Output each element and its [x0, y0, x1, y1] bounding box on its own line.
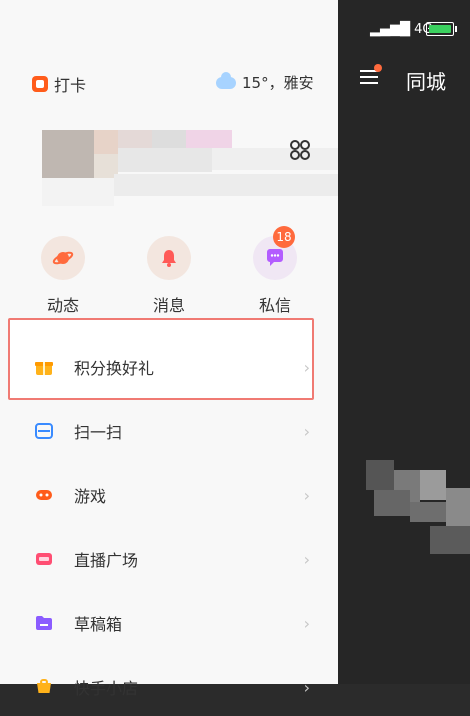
blurred-content: [366, 452, 470, 562]
qr-dot: [290, 140, 300, 150]
menu-line: [360, 76, 378, 78]
hamburger-menu-icon[interactable]: [360, 64, 382, 86]
qr-code-icon[interactable]: [290, 140, 310, 160]
game-icon: [34, 485, 54, 505]
unread-badge: 18: [273, 226, 295, 248]
chevron-right-icon: ›: [303, 613, 310, 633]
weather-info[interactable]: 15°，雅安: [216, 71, 314, 93]
qr-dot: [290, 150, 300, 160]
shop-icon: [34, 677, 54, 697]
checkin-label: 打卡: [54, 76, 87, 95]
chevron-right-icon: ›: [303, 357, 310, 377]
folder-icon: [34, 613, 54, 633]
menu-item-live-plaza[interactable]: 直播广场 ›: [0, 530, 338, 588]
qr-dot: [300, 150, 310, 160]
battery-icon: [426, 22, 457, 36]
chat-icon: 18: [253, 226, 297, 280]
gift-icon: [34, 357, 54, 377]
menu-item-shop[interactable]: 快手小店 ›: [0, 658, 338, 716]
network-indicator: ▂▄▆█ 4G: [370, 22, 433, 37]
chevron-right-icon: ›: [303, 421, 310, 441]
battery-fill: [429, 25, 451, 33]
chevron-right-icon: ›: [303, 549, 310, 569]
quick-action-label: 私信: [258, 296, 291, 315]
quick-action-label: 消息: [152, 296, 185, 315]
menu-item-label: 游戏: [74, 487, 107, 506]
side-drawer: 打卡 15°，雅安 动态 消息 18 私信 积分换好礼 › 扫一扫 › 游戏 ›…: [0, 0, 344, 698]
planet-icon: [41, 236, 85, 280]
menu-item-label: 扫一扫: [74, 423, 123, 442]
checkin-button[interactable]: 打卡: [32, 72, 86, 96]
menu-item-games[interactable]: 游戏 ›: [0, 466, 338, 524]
chevron-right-icon: ›: [303, 677, 310, 697]
scan-icon: [34, 421, 54, 441]
menu-item-label: 快手小店: [74, 679, 139, 698]
live-icon: [34, 549, 54, 569]
menu-line: [360, 82, 378, 84]
quick-action-dynamic[interactable]: 动态: [28, 236, 98, 316]
menu-item-label: 直播广场: [74, 551, 139, 570]
notification-dot: [374, 64, 382, 72]
checkin-icon: [32, 76, 48, 92]
quick-actions: 动态 消息 18 私信: [0, 226, 338, 316]
quick-action-messages[interactable]: 消息: [134, 236, 204, 316]
menu-item-scan[interactable]: 扫一扫 ›: [0, 402, 338, 460]
weather-text: 15°，雅安: [242, 74, 314, 92]
qr-dot: [300, 140, 310, 150]
menu-item-label: 积分换好礼: [74, 359, 155, 378]
signal-icon: ▂▄▆█: [370, 22, 410, 37]
bell-icon: [147, 236, 191, 280]
menu-item-points-rewards[interactable]: 积分换好礼 ›: [0, 338, 338, 396]
menu-item-label: 草稿箱: [74, 615, 123, 634]
quick-action-private-messages[interactable]: 18 私信: [240, 226, 310, 316]
chevron-right-icon: ›: [303, 485, 310, 505]
main-feed-panel: ▂▄▆█ 4G 同城: [338, 0, 470, 684]
cloud-icon: [216, 71, 236, 89]
quick-action-label: 动态: [46, 296, 79, 315]
city-tab[interactable]: 同城: [406, 66, 446, 95]
menu-item-drafts[interactable]: 草稿箱 ›: [0, 594, 338, 652]
